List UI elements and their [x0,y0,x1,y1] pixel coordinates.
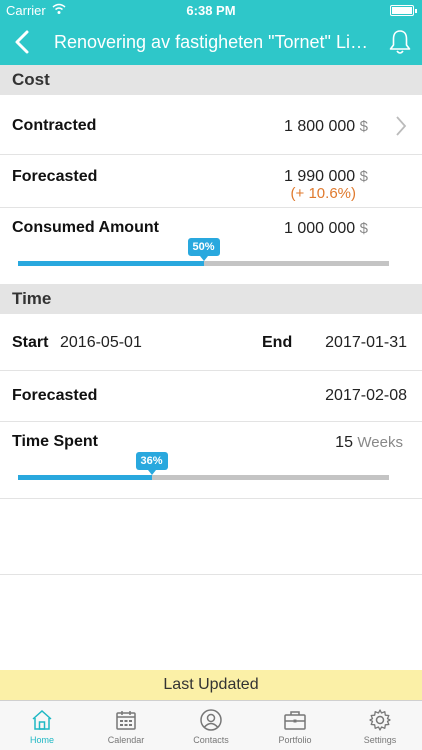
bell-icon[interactable] [387,28,413,56]
tab-label: Portfolio [278,735,312,745]
battery-icon [390,5,417,16]
consumed-amount-label: Consumed Amount [12,219,159,236]
navigation-bar: Renovering av fastigheten "Tornet" Limha… [0,20,422,65]
start-end-row: Start 2016-05-01 End 2017-01-31 [0,314,422,371]
tab-contacts[interactable]: Contacts [169,701,253,750]
contracted-value: 1 800 000 $ [284,118,368,135]
forecasted-cost-row: Forecasted 1 990 000 $ (+ 10.6%) [0,155,422,208]
back-icon[interactable] [10,28,36,56]
tab-portfolio[interactable]: Portfolio [253,701,337,750]
page-title: Renovering av fastigheten "Tornet" Limha… [54,32,374,52]
consumed-amount-value: 1 000 000 $ [284,220,368,237]
end-label: End [262,334,293,351]
home-icon [32,709,52,730]
forecasted-time-row: Forecasted 2017-02-08 [0,371,422,422]
consumed-progress-fill [18,261,204,266]
forecasted-cost-label: Forecasted [12,168,98,185]
tab-calendar[interactable]: Calendar [84,701,168,750]
tab-label: Calendar [107,735,145,745]
end-date: 2017-01-31 [325,334,407,351]
contracted-row[interactable]: Contracted 1 800 000 $ [0,95,422,155]
tab-label: Home [29,735,54,745]
time-progress-badge: 36% [135,452,168,475]
time-spent-value: 15 Weeks [335,434,403,451]
contracted-label: Contracted [12,117,97,134]
tab-settings[interactable]: Settings [338,701,422,750]
time-spent-label: Time Spent [12,433,98,450]
time-section-header: Time [0,284,422,314]
chevron-right-icon [396,116,407,136]
consumed-progress-badge: 50% [187,238,220,261]
start-label: Start [12,334,49,351]
tab-label: Settings [363,735,397,745]
consumed-amount-row: Consumed Amount 1 000 000 $ 50% [0,208,422,284]
start-date: 2016-05-01 [60,334,142,351]
briefcase-icon [284,711,306,730]
calendar-icon [116,711,136,730]
status-bar: Carrier 6:38 PM [0,0,422,20]
forecasted-time-label: Forecasted [12,387,98,404]
contacts-icon [200,709,222,731]
cost-section-header: Cost [0,65,422,95]
empty-row [0,499,422,575]
tab-bar: Home Calendar Contacts Portfolio Setting… [0,700,422,750]
forecasted-end-date: 2017-02-08 [325,387,407,404]
consumed-progress-bar [18,261,389,266]
gear-icon [369,709,391,731]
time-progress-bar [18,475,389,480]
tab-home[interactable]: Home [0,701,84,750]
time-progress-fill [18,475,152,480]
clock: 6:38 PM [186,3,236,18]
forecast-delta-badge: (+ 10.6%) [290,185,356,202]
forecasted-cost-value: 1 990 000 $ [284,168,368,185]
last-updated-banner: Last Updated [0,670,422,700]
tab-label: Contacts [193,735,229,745]
time-spent-row: Time Spent 15 Weeks 36% [0,422,422,499]
